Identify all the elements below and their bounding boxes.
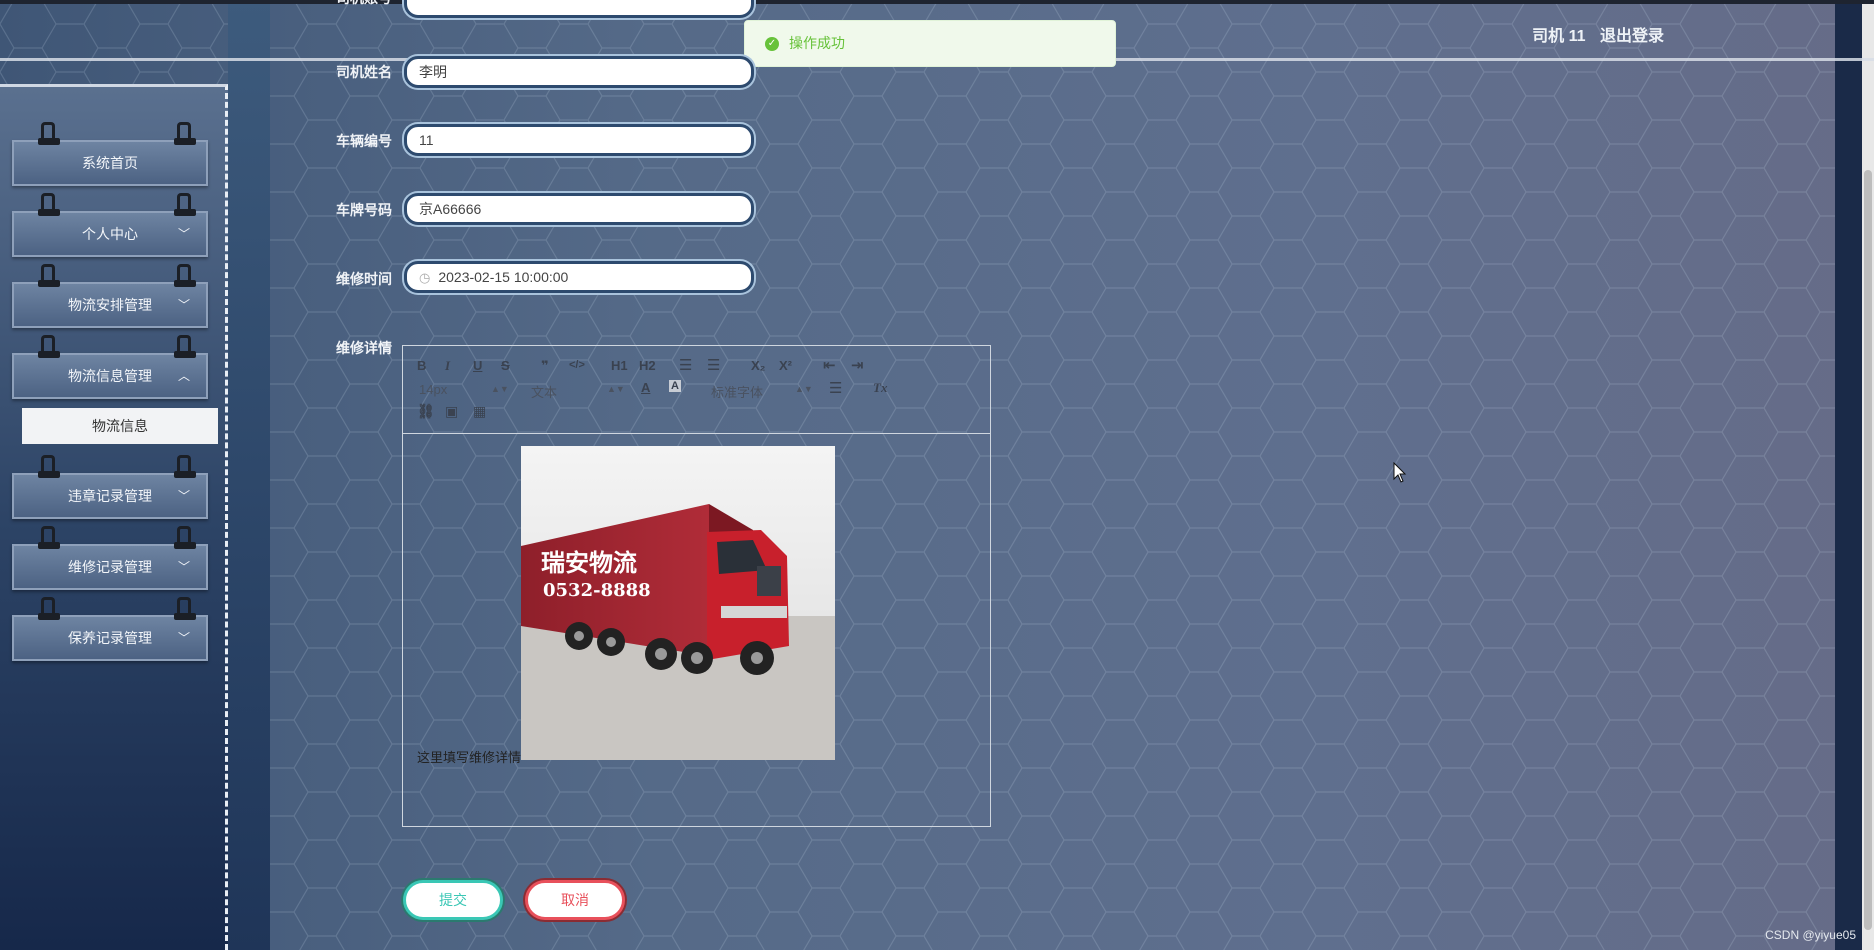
font-size-select[interactable]: 14px ▲▼ — [419, 382, 509, 397]
clear-format-button[interactable]: Tx — [873, 380, 887, 396]
user-info: 司机 11 退出登录 — [1522, 22, 1664, 46]
binder-clip-icon — [38, 597, 60, 621]
chevron-down-icon: ﹀ — [177, 489, 190, 503]
check-circle-icon: ✓ — [765, 37, 779, 52]
select-arrow-icon: ▲▼ — [795, 384, 813, 394]
blockquote-button[interactable]: ❞ — [541, 358, 549, 374]
cancel-button[interactable]: 取消 — [525, 880, 625, 920]
repair-detail-label: 维修详情 — [336, 340, 392, 356]
plate-no-label: 车牌号码 — [336, 202, 392, 218]
sidebar-item-label: 物流安排管理 — [68, 297, 152, 313]
user-name: 司机 11 — [1532, 28, 1586, 45]
underline-button[interactable]: U — [473, 358, 482, 373]
chevron-down-icon: ﹀ — [177, 298, 190, 312]
sidebar-item-label: 个人中心 — [82, 226, 138, 242]
image-icon[interactable]: ▣ — [445, 403, 458, 420]
binder-clip-icon — [174, 122, 196, 146]
sidebar-item-label: 违章记录管理 — [68, 488, 152, 504]
background-color-button[interactable]: A — [669, 380, 681, 392]
top-bar — [0, 0, 1874, 4]
align-icon[interactable]: ☰ — [829, 379, 842, 397]
binder-clip-icon — [38, 455, 60, 479]
strike-button[interactable]: S — [501, 358, 510, 373]
sidebar-item-label: 系统首页 — [82, 155, 138, 171]
binder-clip-icon — [38, 193, 60, 217]
select-arrow-icon: ▲▼ — [607, 384, 625, 394]
font-family-select[interactable]: 标准字体 ▲▼ — [711, 382, 813, 401]
chevron-down-icon: ﹀ — [177, 560, 190, 574]
chevron-down-icon: ﹀ — [177, 227, 190, 241]
driver-account-field[interactable] — [404, 0, 754, 18]
submenu-item-logistics-info[interactable]: 物流信息 — [22, 408, 218, 444]
binder-clip-icon — [38, 526, 60, 550]
truck-brand-text: 瑞安物流 — [541, 548, 637, 577]
font-family-value: 标准字体 — [711, 385, 764, 400]
superscript-button[interactable]: X² — [779, 358, 792, 373]
font-size-value: 14px — [419, 382, 448, 397]
text-color-button[interactable]: A — [641, 380, 650, 395]
header-value: 文本 — [531, 385, 558, 400]
h2-button[interactable]: H2 — [639, 358, 656, 373]
repair-time-label: 维修时间 — [336, 271, 392, 287]
toast-message: 操作成功 — [789, 35, 845, 51]
select-arrow-icon: ▲▼ — [491, 384, 509, 394]
driver-account-label: 司机账号 — [320, 0, 392, 8]
truck-image: 瑞安物流 0532-8888 — [521, 446, 835, 760]
left-gutter — [228, 0, 270, 950]
sidebar-item-personal[interactable]: 个人中心 ﹀ — [12, 193, 208, 257]
binder-clip-icon — [38, 264, 60, 288]
mouse-cursor-icon — [1393, 462, 1407, 483]
driver-name-input[interactable]: 李明 — [404, 56, 754, 88]
chevron-down-icon: ﹀ — [177, 631, 190, 645]
chevron-up-icon: ︿ — [177, 369, 190, 383]
outdent-icon[interactable]: ⇤ — [823, 356, 836, 374]
binder-clip-icon — [38, 335, 60, 359]
sidebar-item-logistics-arrange[interactable]: 物流安排管理 ﹀ — [12, 264, 208, 328]
submit-button[interactable]: 提交 — [403, 880, 503, 920]
ordered-list-icon[interactable]: ☰ — [679, 356, 692, 374]
binder-clip-icon — [38, 122, 60, 146]
indent-icon[interactable]: ⇥ — [851, 356, 864, 374]
editor-toolbar: B I U S ❞ </> H1 H2 ☰ ☰ X₂ X² ⇤ ⇥ 14px ▲▼… — [403, 346, 990, 434]
plate-no-input[interactable]: 京A66666 — [404, 193, 754, 225]
link-icon[interactable]: ⛓ — [417, 403, 435, 420]
driver-name-label: 司机姓名 — [336, 64, 392, 80]
subscript-button[interactable]: X₂ — [751, 358, 765, 373]
success-toast: ✓ 操作成功 — [744, 20, 1116, 67]
rich-text-editor[interactable]: B I U S ❞ </> H1 H2 ☰ ☰ X₂ X² ⇤ ⇥ 14px ▲▼… — [402, 345, 991, 827]
video-icon[interactable]: ▦ — [473, 403, 486, 420]
sidebar-item-repair[interactable]: 维修记录管理 ﹀ — [12, 526, 208, 590]
watermark: CSDN @yiyue05 — [1765, 928, 1856, 942]
bullet-list-icon[interactable]: ☰ — [707, 356, 720, 374]
repair-time-value: 2023-02-15 10:00:00 — [438, 269, 569, 285]
h1-button[interactable]: H1 — [611, 358, 628, 373]
logout-link[interactable]: 退出登录 — [1600, 28, 1664, 45]
vehicle-no-label: 车辆编号 — [336, 133, 392, 149]
header-select[interactable]: 文本 ▲▼ — [531, 382, 625, 401]
repair-time-input[interactable]: ◷ 2023-02-15 10:00:00 — [404, 261, 754, 293]
bold-button[interactable]: B — [417, 358, 426, 373]
italic-button[interactable]: I — [445, 358, 450, 374]
sidebar-item-violation[interactable]: 违章记录管理 ﹀ — [12, 455, 208, 519]
sidebar-item-label: 保养记录管理 — [68, 630, 152, 646]
code-button[interactable]: </> — [569, 359, 585, 371]
sidebar-item-maintenance[interactable]: 保养记录管理 ﹀ — [12, 597, 208, 661]
sidebar-item-label: 物流信息管理 — [68, 368, 152, 384]
vehicle-no-input[interactable]: 11 — [404, 124, 754, 156]
truck-phone-text: 0532-8888 — [543, 580, 651, 601]
sidebar-item-logistics-info[interactable]: 物流信息管理 ︿ — [12, 335, 208, 399]
sidebar-item-home[interactable]: 系统首页 — [12, 122, 208, 186]
editor-content-text: 这里填写维修详情 — [417, 750, 522, 765]
scrollbar-thumb[interactable] — [1864, 170, 1872, 930]
clock-icon: ◷ — [419, 270, 431, 285]
sidebar-item-label: 维修记录管理 — [68, 559, 152, 575]
